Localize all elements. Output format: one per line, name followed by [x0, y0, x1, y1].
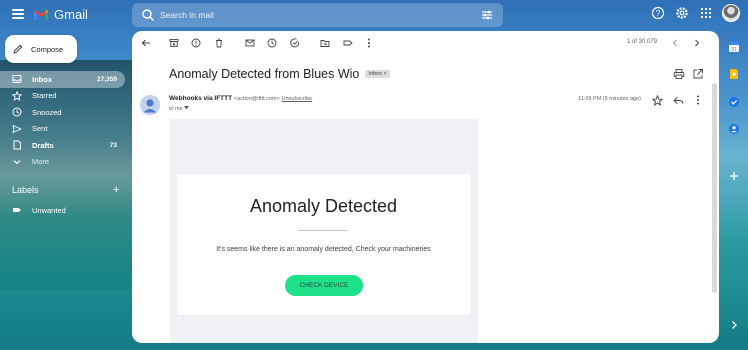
sidebar-item-inbox[interactable]: Inbox 27,359: [0, 71, 125, 88]
add-label-button[interactable]: +: [113, 184, 119, 196]
unsubscribe-link[interactable]: Unsubscribe: [282, 96, 313, 102]
hide-side-panel-icon[interactable]: [728, 319, 740, 331]
email-timestamp: 11:09 PM (5 minutes ago): [578, 96, 641, 102]
sender-line: Webhooks via IFTTT <action@ifttt.com> Un…: [169, 95, 312, 102]
mark-unread-icon[interactable]: [244, 37, 256, 49]
compose-label: Compose: [31, 44, 64, 54]
sender-avatar[interactable]: [140, 95, 160, 115]
email-body: Anomaly Detected It's seems like there i…: [170, 119, 478, 343]
sidebar-item-unwanted[interactable]: Unwanted: [0, 202, 125, 219]
move-to-folder-icon[interactable]: [319, 37, 331, 49]
reply-icon[interactable]: [672, 94, 684, 106]
chip-close-icon[interactable]: ×: [383, 71, 386, 77]
compose-button[interactable]: Compose: [5, 35, 77, 63]
message-more-icon[interactable]: [692, 94, 704, 106]
sidebar-item-sent[interactable]: Sent: [0, 121, 125, 138]
archive-icon[interactable]: [168, 37, 180, 49]
sidebar-nav: Inbox 27,359 Starred Snoozed Sent Drafts…: [0, 71, 125, 170]
sidebar-item-label: Starred: [32, 91, 57, 101]
account-avatar[interactable]: [722, 4, 740, 22]
search-input[interactable]: [160, 7, 460, 23]
subject-row: Anomaly Detected from Blues Wio Inbox ×: [169, 67, 390, 81]
sidebar-item-label: Inbox: [32, 74, 52, 84]
svg-text:?: ?: [656, 9, 661, 18]
message-panel: 1 of 30,079 Anomaly Detected from Blues …: [132, 31, 719, 343]
sidebar-item-count: 27,359: [97, 75, 117, 83]
get-addons-plus-icon[interactable]: [727, 169, 741, 183]
sidebar-item-drafts[interactable]: Drafts 73: [0, 137, 125, 154]
contacts-icon[interactable]: [727, 122, 741, 136]
scrollbar[interactable]: [712, 83, 717, 293]
caret-down-icon: [184, 106, 190, 110]
main-menu-icon[interactable]: [12, 7, 24, 23]
search-bar[interactable]: [132, 3, 503, 27]
recipient-label: to me: [169, 106, 183, 112]
gmail-wordmark: Gmail: [54, 7, 88, 22]
inbox-icon: [12, 74, 22, 84]
check-device-button[interactable]: CHECK DEVICE: [285, 275, 363, 296]
gmail-logo[interactable]: Gmail: [33, 7, 88, 22]
sidebar-item-label: More: [32, 157, 50, 167]
divider: [298, 230, 348, 231]
tasks-icon[interactable]: [727, 95, 741, 109]
svg-text:31: 31: [731, 47, 737, 53]
top-right-icons: ?: [650, 4, 740, 22]
add-task-icon[interactable]: [289, 37, 301, 49]
top-bar: Gmail ?: [0, 0, 748, 30]
sidebar-item-count: 73: [109, 141, 117, 149]
older-chevron-icon[interactable]: [691, 37, 703, 49]
labels-list: Unwanted: [0, 202, 125, 219]
gmail-m-icon: [33, 9, 49, 21]
open-in-new-window-icon[interactable]: [692, 68, 704, 80]
sidebar-item-more[interactable]: More: [0, 154, 125, 171]
more-options-icon[interactable]: [363, 37, 375, 49]
settings-gear-icon[interactable]: [674, 5, 690, 21]
sidebar-item-label: Drafts: [32, 140, 54, 150]
draft-icon: [12, 140, 22, 150]
sidebar-item-label: Snoozed: [32, 107, 62, 117]
pagination-text: 1 of 30,079: [626, 39, 657, 45]
label-icon: [12, 205, 22, 215]
sender-email: <action@ifttt.com>: [233, 96, 280, 102]
alert-card: Anomaly Detected It's seems like there i…: [177, 174, 470, 315]
search-options-icon[interactable]: [480, 8, 494, 22]
sidebar-item-label: Sent: [32, 124, 48, 134]
star-message-icon[interactable]: [651, 94, 663, 106]
send-icon: [12, 124, 22, 134]
email-subject: Anomaly Detected from Blues Wio: [169, 67, 360, 81]
pencil-icon: [13, 44, 23, 54]
label-tag-icon[interactable]: [342, 37, 354, 49]
chevron-down-icon: [12, 157, 22, 167]
alert-message: It's seems like there is an anomaly dete…: [216, 246, 431, 253]
keep-icon[interactable]: [727, 67, 741, 81]
report-spam-icon[interactable]: [190, 37, 202, 49]
labels-heading: Labels: [12, 185, 39, 195]
star-icon: [12, 90, 22, 101]
newer-chevron-icon[interactable]: [669, 37, 681, 49]
back-arrow-icon[interactable]: [140, 37, 152, 49]
recipient-details[interactable]: to me: [169, 106, 190, 112]
alert-title: Anomaly Detected: [249, 196, 398, 216]
snooze-clock-icon[interactable]: [266, 37, 278, 49]
sender-name: Webhooks via IFTTT: [169, 95, 233, 102]
message-toolbar: 1 of 30,079: [132, 31, 719, 55]
apps-grid-icon[interactable]: [698, 5, 714, 21]
chip-label: Inbox: [368, 71, 382, 77]
sidebar-item-starred[interactable]: Starred: [0, 88, 125, 105]
print-icon[interactable]: [673, 68, 685, 80]
delete-icon[interactable]: [213, 37, 225, 49]
help-icon[interactable]: ?: [650, 5, 666, 21]
inbox-label-chip[interactable]: Inbox ×: [365, 70, 390, 78]
clock-icon: [12, 107, 22, 117]
search-icon[interactable]: [141, 8, 155, 22]
calendar-icon[interactable]: 31: [727, 40, 741, 54]
sidebar-item-snoozed[interactable]: Snoozed: [0, 104, 125, 121]
sidebar-item-label: Unwanted: [32, 205, 66, 215]
